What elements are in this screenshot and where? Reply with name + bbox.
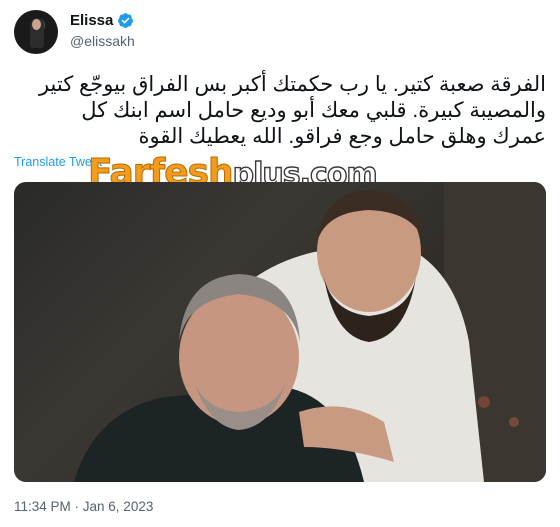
- author-name-row[interactable]: Elissa: [70, 12, 134, 29]
- tweet-line-3: عمرك وهلق حامل وجع فراقو. الله يعطيك الق…: [138, 125, 547, 148]
- tweet-timestamp[interactable]: 11:34 PM · Jan 6, 2023: [14, 499, 153, 514]
- author-handle[interactable]: @elissakh: [70, 33, 135, 49]
- photo-illustration: [74, 182, 546, 482]
- photo-bg-light: [478, 396, 490, 408]
- avatar-face: [32, 19, 41, 30]
- avatar[interactable]: [14, 10, 58, 54]
- verified-badge-icon: [118, 13, 134, 28]
- author-name[interactable]: Elissa: [70, 12, 113, 29]
- tweet-photo[interactable]: [14, 182, 546, 482]
- tweet-line-1: الفرقة صعبة كتير. يا رب حكمتك أكبر بس ال…: [38, 73, 546, 96]
- tweet-text: الفرقة صعبة كتير. يا رب حكمتك أكبر بس ال…: [16, 72, 546, 150]
- photo-bg-light: [509, 417, 519, 427]
- tweet-line-2: والمصيبة كبيرة. قلبي معك أبو وديع حامل ا…: [81, 99, 546, 122]
